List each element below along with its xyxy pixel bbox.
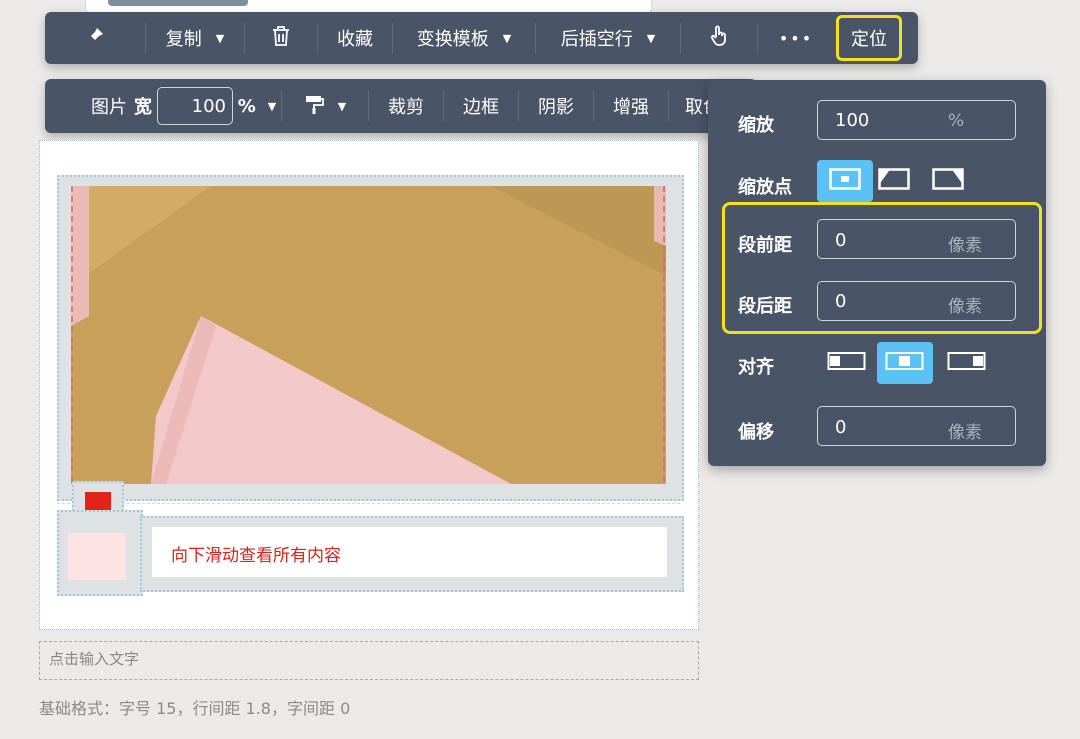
align-left-icon (827, 351, 867, 375)
chevron-down-icon: ▼ (502, 31, 512, 45)
top-right-corner-icon (932, 168, 964, 194)
more-button[interactable]: ••• (758, 12, 834, 64)
border-button[interactable]: 边框 (444, 79, 518, 133)
align-right-icon (947, 351, 987, 375)
template-label: 变换模板 (416, 29, 489, 50)
text-input-placeholder: 点击输入文字 (49, 650, 140, 668)
image-content (71, 186, 666, 484)
image-label: 图片 (91, 97, 127, 118)
scale-label: 缩放 (738, 115, 774, 136)
width-label: 宽 (134, 97, 152, 118)
width-input[interactable]: 100 (157, 87, 233, 125)
pin-button[interactable] (45, 12, 145, 64)
align-label: 对齐 (738, 357, 774, 378)
align-center-icon (885, 351, 925, 375)
align-left-button[interactable] (819, 342, 875, 384)
scale-unit: % (948, 111, 965, 131)
chevron-down-icon: ▼ (646, 31, 656, 45)
divider (57, 503, 680, 504)
width-value: 100 (191, 95, 226, 117)
enhance-label: 增强 (613, 97, 649, 118)
more-icon: ••• (778, 28, 814, 48)
top-left-corner-icon (878, 168, 910, 194)
offset-label: 偏移 (738, 422, 774, 443)
align-center-button[interactable] (877, 342, 933, 384)
border-label: 边框 (463, 97, 499, 118)
chevron-down-icon: ▼ (267, 99, 277, 113)
hand-button[interactable] (681, 12, 757, 64)
pin-icon (85, 26, 105, 51)
previous-card-tab (108, 0, 248, 6)
enhance-button[interactable]: 增强 (594, 79, 668, 133)
copy-label: 复制 (165, 29, 202, 50)
template-button[interactable]: 变换模板 ▼ (393, 12, 535, 64)
scale-point-center-button[interactable] (817, 160, 873, 202)
paint-roller-icon (304, 93, 324, 120)
trash-icon (271, 25, 291, 52)
position-label: 定位 (851, 29, 887, 50)
favorite-button[interactable]: 收藏 (318, 12, 392, 64)
shadow-button[interactable]: 阴影 (519, 79, 593, 133)
offset-value: 0 (835, 417, 847, 438)
image-toolbar: 图片 宽 100 % ▼ ▼ 裁剪 边框 阴影 增强 取色 (45, 79, 757, 133)
copy-button[interactable]: 复制 ▼ (146, 12, 244, 64)
scale-point-top-right-button[interactable] (920, 160, 976, 202)
pink-tile (68, 533, 126, 580)
delete-button[interactable] (245, 12, 317, 64)
scale-point-label: 缩放点 (738, 177, 792, 198)
width-unit-select[interactable]: % ▼ (233, 79, 281, 133)
chevron-down-icon: ▼ (337, 99, 347, 113)
center-point-icon (829, 168, 861, 194)
block-toolbar: 复制 ▼ 收藏 变换模板 ▼ 后插空行 ▼ ••• 定位 (45, 12, 918, 64)
offset-unit: 像素 (948, 423, 982, 443)
format-painter-button[interactable]: ▼ (282, 79, 368, 133)
format-info: 基础格式：字号 15，行间距 1.8，字间距 0 (39, 699, 351, 718)
scroll-hint-text: 向下滑动查看所有内容 (171, 546, 341, 566)
crop-label: 裁剪 (388, 97, 424, 118)
chevron-down-icon: ▼ (215, 31, 225, 45)
position-button[interactable]: 定位 (836, 15, 902, 61)
spacing-highlight (722, 202, 1042, 334)
scale-value: 100 (835, 110, 870, 131)
insert-empty-label: 后插空行 (560, 29, 633, 50)
crop-button[interactable]: 裁剪 (369, 79, 443, 133)
insert-empty-line-button[interactable]: 后插空行 ▼ (536, 12, 680, 64)
width-unit: % (237, 95, 256, 117)
align-right-button[interactable] (939, 342, 995, 384)
shadow-label: 阴影 (538, 97, 574, 118)
scale-point-top-left-button[interactable] (866, 160, 922, 202)
hand-pointer-icon (708, 25, 730, 52)
offset-input[interactable] (817, 406, 1016, 446)
favorite-label: 收藏 (337, 29, 373, 50)
